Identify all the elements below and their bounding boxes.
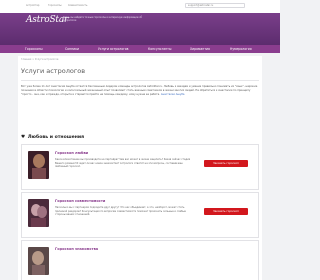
card-image-compatibility (28, 199, 49, 227)
login-email-input[interactable]: support@astrostar.ru (185, 3, 245, 8)
intro-paragraph: Вот уже более 11 лет Анастасия Ашуба ост… (21, 85, 258, 97)
service-card-compatibility: Гороскоп совместимости Насколько вы с па… (21, 192, 259, 238)
heart-icon: ♥ (21, 135, 26, 140)
card-title[interactable]: Гороскоп совместимости (55, 199, 105, 203)
site-tagline: Здесь вы найдете точные гороскопы и инте… (63, 16, 142, 22)
card-title[interactable]: Гороскоп любви (55, 151, 88, 155)
intro-link[interactable]: Анастасии Ашуба (161, 93, 185, 96)
order-horoscope-button[interactable]: Заказать гороскоп (204, 208, 248, 215)
card-image-acquaintance (28, 247, 49, 275)
nav-item-horoscopes[interactable]: Гороскопы (25, 47, 43, 51)
service-card-love: Гороскоп любви Какое впечатление вы прои… (21, 144, 259, 190)
nav-item-dreambooks[interactable]: Сонники (65, 47, 79, 51)
nav-item-astrologer-services[interactable]: Услуги астрологов (98, 47, 128, 51)
topbar-link-home[interactable]: АстроСтар (26, 4, 39, 7)
card-description: Какое впечатление вы производите на парт… (55, 158, 191, 169)
section-title: ♥ Любовь и отношения (21, 135, 84, 140)
topbar-link-compatibility[interactable]: Совместимость (68, 4, 87, 7)
breadcrumb[interactable]: Главная > Услуги астрологов (21, 58, 58, 61)
main-nav: Гороскопы Сонники Услуги астрологов Конс… (0, 45, 280, 53)
service-card-acquaintance: Гороскоп знакомства (21, 240, 259, 280)
intro-text: Вот уже более 11 лет Анастасия Ашуба ост… (21, 85, 261, 98)
section-title-text: Любовь и отношения (27, 135, 85, 140)
nav-item-consultants[interactable]: Консультанты (148, 47, 171, 51)
page-title: Услуги астрологов (21, 67, 86, 75)
title-divider (21, 80, 259, 81)
card-title[interactable]: Гороскоп знакомства (55, 247, 98, 251)
order-horoscope-button[interactable]: Заказать гороскоп (204, 160, 248, 167)
card-image-love (28, 151, 49, 179)
nav-item-numerology[interactable]: Нумерология (230, 47, 252, 51)
site-logo[interactable]: AstroStar (26, 15, 68, 25)
top-bar: АстроСтар Гороскопы Совместимость suppor… (0, 0, 280, 14)
topbar-link-horoscopes[interactable]: Гороскопы (48, 4, 62, 7)
card-description: Насколько вы с партнером подходите друг … (55, 206, 186, 217)
nav-item-palmistry[interactable]: Хиромантия (190, 47, 210, 51)
